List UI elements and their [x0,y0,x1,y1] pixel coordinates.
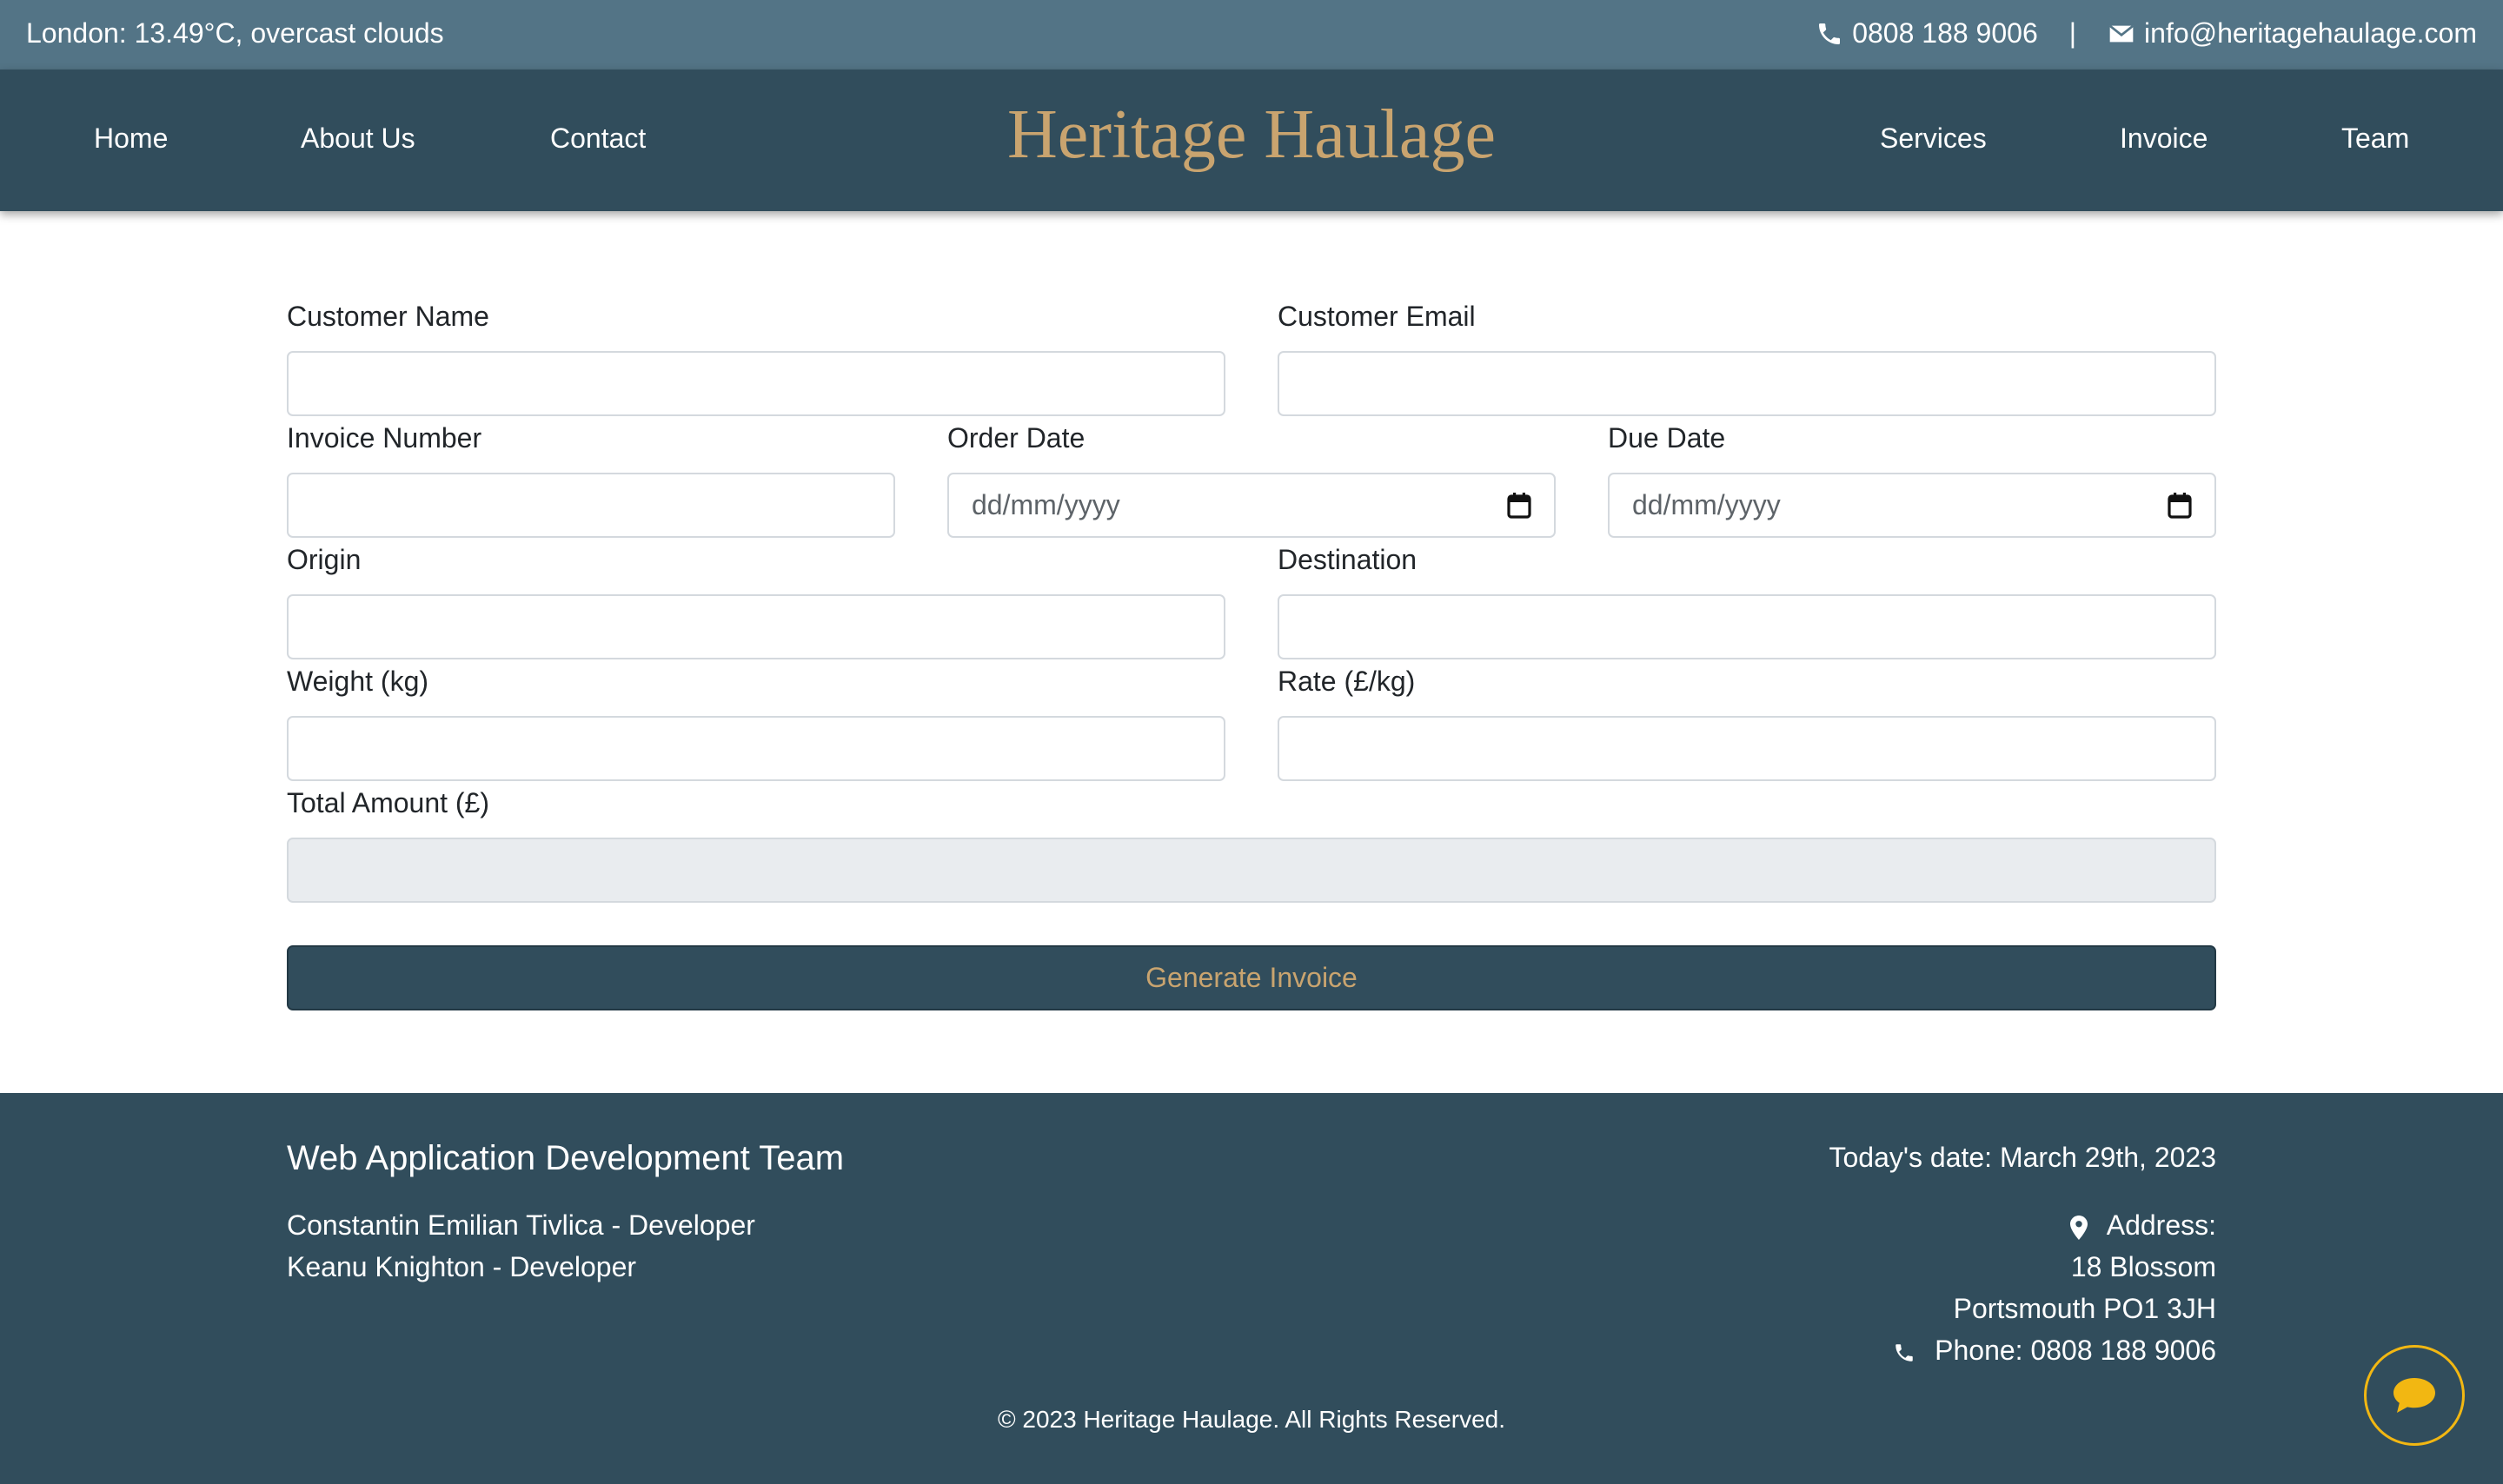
customer-name-input[interactable] [287,351,1225,416]
nav-services[interactable]: Services [1880,123,1987,155]
due-date-label: Due Date [1608,422,1726,454]
footer-address-label: Address: [2106,1209,2216,1241]
phone-icon [1896,1343,1913,1361]
main-navbar: Home About Us Contact Heritage Haulage S… [0,70,2503,211]
customer-email-label: Customer Email [1278,301,1476,332]
rate-label: Rate (£/kg) [1278,666,1416,697]
footer-developer: Keanu Knighton - Developer [287,1251,637,1282]
invoice-number-input[interactable] [287,473,895,538]
rate-input[interactable] [1278,716,2216,781]
site-footer: Web Application Development Team Constan… [0,1093,2503,1484]
top-phone-link[interactable]: 0808 188 9006 [1852,17,2038,50]
weight-label: Weight (kg) [287,666,429,697]
phone-icon [1819,23,1841,44]
destination-input[interactable] [1278,594,2216,659]
origin-input[interactable] [287,594,1225,659]
generate-invoice-button[interactable]: Generate Invoice [287,945,2216,1010]
footer-team-title: Web Application Development Team [287,1139,845,1177]
order-date-input[interactable]: dd/mm/yyyy [947,473,1556,538]
due-date-input[interactable]: dd/mm/yyyy [1608,473,2216,538]
chat-button[interactable] [2364,1345,2465,1446]
total-amount-label: Total Amount (£) [287,787,489,818]
top-separator: | [2068,17,2077,49]
order-date-placeholder: dd/mm/yyyy [972,489,1120,520]
footer-address-line1: 18 Blossom [2070,1251,2216,1282]
calendar-icon[interactable] [2168,492,2192,519]
invoice-number-label: Invoice Number [287,422,482,454]
destination-label: Destination [1278,544,1417,575]
top-contact: 0808 188 9006 | info@heritagehaulage.com [1816,17,2477,50]
footer-phone-text: Phone: 0808 188 9006 [1935,1335,2216,1366]
footer-phone: Phone: 0808 188 9006 [1893,1335,2216,1367]
top-email-link[interactable]: info@heritagehaulage.com [2144,17,2477,50]
order-date-label: Order Date [947,422,1086,454]
footer-date: Today's date: March 29th, 2023 [1829,1142,2217,1173]
customer-name-label: Customer Name [287,301,489,332]
origin-label: Origin [287,544,362,575]
footer-address-heading: Address: [2069,1209,2216,1242]
weight-input[interactable] [287,716,1225,781]
top-info-bar: London: 13.49°C, overcast clouds 0808 18… [0,0,2503,70]
chat-bubble-icon [2393,1378,2435,1413]
total-amount-input [287,838,2216,903]
nav-team[interactable]: Team [2341,123,2409,155]
envelope-icon [2108,24,2135,42]
footer-address-line2: Portsmouth PO1 3JH [1953,1293,2216,1324]
copyright-text: © 2023 Heritage Haulage. All Rights Rese… [997,1406,1506,1433]
customer-email-input[interactable] [1278,351,2216,416]
weather-text: London: 13.49°C, overcast clouds [26,17,444,49]
calendar-icon[interactable] [1507,492,1531,519]
footer-developer: Constantin Emilian Tivlica - Developer [287,1209,755,1241]
nav-invoice[interactable]: Invoice [2120,123,2208,155]
due-date-placeholder: dd/mm/yyyy [1632,489,1781,520]
map-marker-icon [2069,1215,2088,1240]
